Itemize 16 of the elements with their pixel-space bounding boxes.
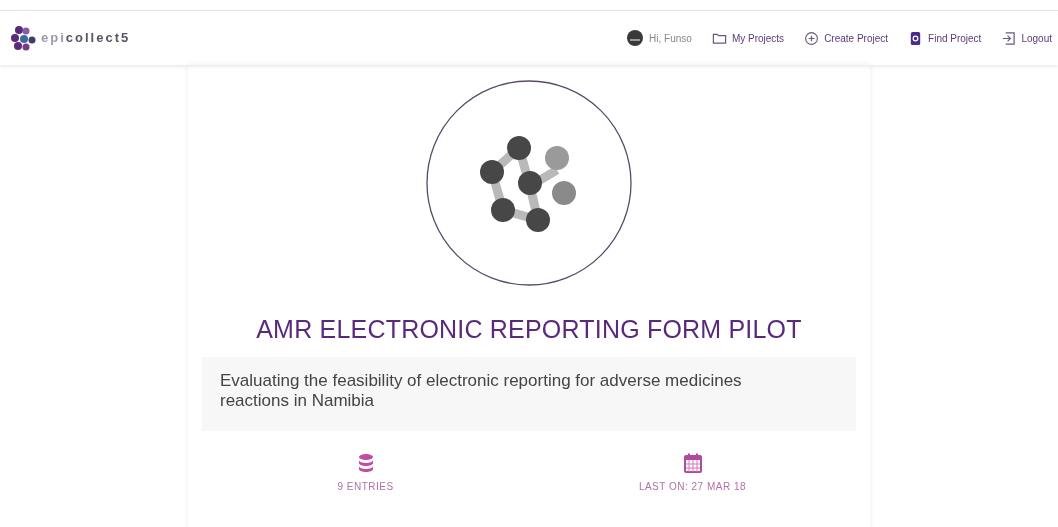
plus-circle-icon bbox=[804, 30, 820, 46]
project-description: Evaluating the feasibility of electronic reporting for adverse medicines reactions in Namibia bbox=[202, 356, 856, 431]
brand-link[interactable]: epicollect5 bbox=[10, 25, 131, 51]
avatar-icon bbox=[627, 30, 644, 46]
nav-link[interactable]: Find Project bbox=[908, 30, 982, 46]
stat-label: LAST ON: 27 MAR 18 bbox=[638, 479, 747, 494]
project-title: AMR ELECTRONIC REPORTING FORM PILOT bbox=[256, 314, 802, 345]
logout-icon bbox=[1001, 30, 1017, 46]
user-greeting: Hi, Funso bbox=[649, 31, 692, 46]
calendar-icon bbox=[682, 452, 703, 473]
logo-icon bbox=[10, 25, 38, 51]
nav-link[interactable]: Logout bbox=[1001, 30, 1052, 46]
nav-link[interactable]: Create Project bbox=[804, 30, 889, 46]
stat-label: 9 ENTRIES bbox=[337, 479, 394, 494]
brand-name: epicollect5 bbox=[41, 29, 131, 48]
nav-link[interactable]: My Projects bbox=[711, 30, 785, 46]
